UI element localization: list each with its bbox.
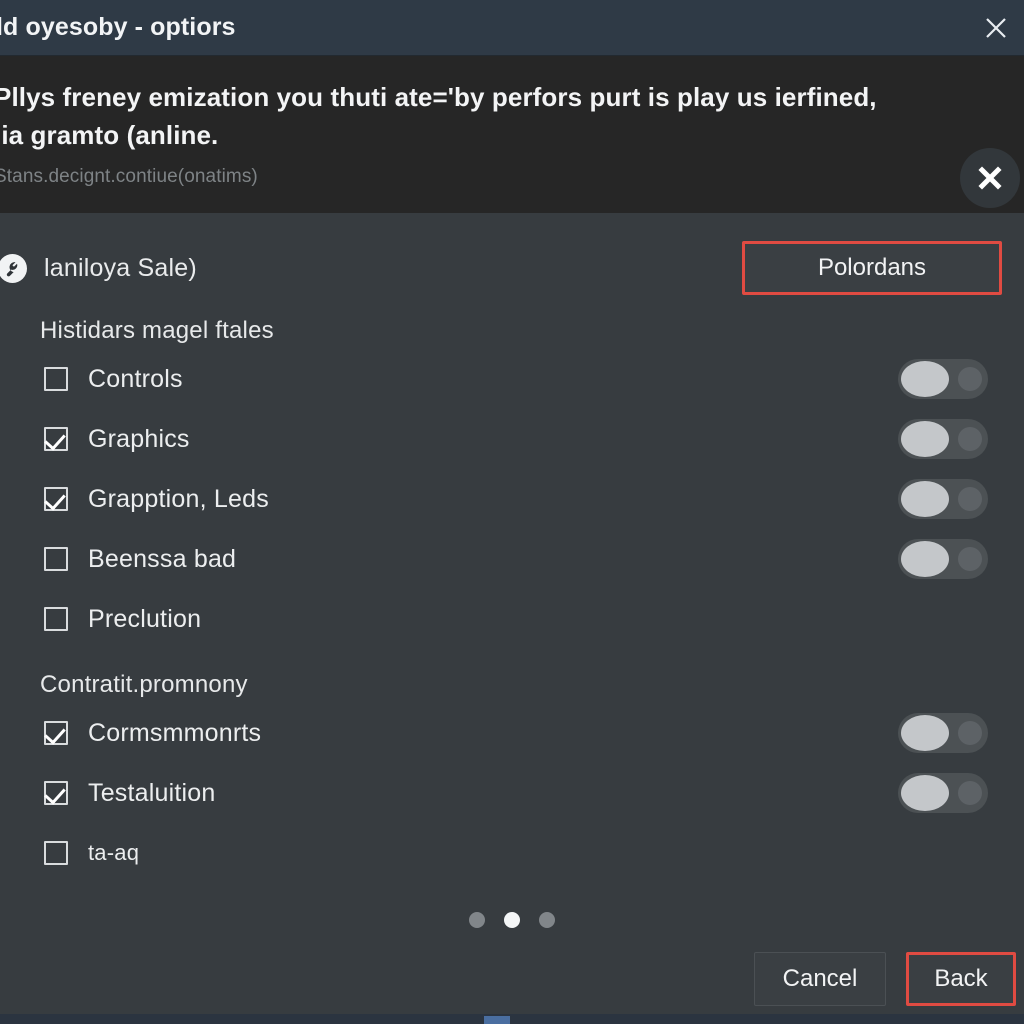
row-label: ta-aq xyxy=(88,840,140,865)
group-title-1: Histidars magel ftales xyxy=(40,317,274,344)
section-header-left: laniloya Sale) xyxy=(0,253,197,283)
back-button[interactable]: Back xyxy=(906,952,1016,1006)
toggle-knob xyxy=(901,541,949,577)
dialog-footer: Cancel Back xyxy=(754,952,1016,1006)
row-label-wrap: ta-aq xyxy=(44,840,988,866)
row-label: Grapption, Leds xyxy=(88,484,269,513)
list-item[interactable]: ta-aq xyxy=(0,823,1024,883)
toggle-badge-icon xyxy=(958,427,982,451)
toggle-cormsmmonrts[interactable] xyxy=(898,713,988,753)
bottom-strip-tick xyxy=(484,1016,510,1024)
row-label-wrap: Cormsmmonrts xyxy=(44,719,898,748)
notice-message: Pllys freney emization you thuti ate='by… xyxy=(0,82,877,150)
cancel-button[interactable]: Cancel xyxy=(754,952,886,1006)
row-label-wrap: Testaluition xyxy=(44,779,898,808)
list-item[interactable]: Cormsmmonrts xyxy=(0,703,1024,763)
pagination-dot-3[interactable] xyxy=(539,912,555,928)
row-label: Controls xyxy=(88,364,183,393)
row-label: Graphics xyxy=(88,424,190,453)
toggle-knob xyxy=(901,481,949,517)
pagination-dot-1[interactable] xyxy=(469,912,485,928)
pagination-dot-2[interactable] xyxy=(504,912,520,928)
list-item[interactable]: Graphics xyxy=(0,409,1024,469)
close-circle-icon[interactable] xyxy=(960,148,1020,208)
checkbox-beenssa-bad[interactable] xyxy=(44,547,68,571)
checkbox-graphics[interactable] xyxy=(44,427,68,451)
bottom-strip xyxy=(0,1014,1024,1024)
checkbox-preclution[interactable] xyxy=(44,607,68,631)
title-bar: ld oyesoby - optiors xyxy=(0,0,1024,56)
group-rows-1: Controls Graphics Grapption, Leds Beenss… xyxy=(0,349,1024,649)
group-title-2: Contratit.promnony xyxy=(40,671,248,698)
toggle-badge-icon xyxy=(958,547,982,571)
notice-banner: Pllys freney emization you thuti ate='by… xyxy=(0,56,1024,213)
tool-circle-icon xyxy=(0,253,27,283)
toggle-knob xyxy=(901,421,949,457)
section-header: laniloya Sale) Polordans xyxy=(0,213,1024,297)
list-item[interactable]: Testaluition xyxy=(0,763,1024,823)
toggle-knob xyxy=(901,775,949,811)
group-rows-2: Cormsmmonrts Testaluition ta-aq xyxy=(0,703,1024,883)
list-item[interactable]: Grapption, Leds xyxy=(0,469,1024,529)
toggle-badge-icon xyxy=(958,781,982,805)
close-icon[interactable] xyxy=(968,0,1024,56)
toggle-badge-icon xyxy=(958,721,982,745)
pagination-dots xyxy=(0,912,1024,928)
dialog-body: laniloya Sale) Polordans Histidars magel… xyxy=(0,213,1024,1024)
row-label: Cormsmmonrts xyxy=(88,718,262,747)
checkbox-testaluition[interactable] xyxy=(44,781,68,805)
row-label-wrap: Beenssa bad xyxy=(44,545,898,574)
checkbox-cormsmmonrts[interactable] xyxy=(44,721,68,745)
options-dialog: ld oyesoby - optiors Pllys freney emizat… xyxy=(0,0,1024,1024)
row-label: Beenssa bad xyxy=(88,544,237,573)
row-label: Preclution xyxy=(88,604,202,633)
checkbox-controls[interactable] xyxy=(44,367,68,391)
toggle-beenssa-bad[interactable] xyxy=(898,539,988,579)
checkbox-ta-aq[interactable] xyxy=(44,841,68,865)
toggle-badge-icon xyxy=(958,367,982,391)
toggle-controls[interactable] xyxy=(898,359,988,399)
list-item[interactable]: Preclution xyxy=(0,589,1024,649)
list-item[interactable]: Beenssa bad xyxy=(0,529,1024,589)
toggle-testaluition[interactable] xyxy=(898,773,988,813)
row-label-wrap: Grapption, Leds xyxy=(44,485,898,514)
row-label-wrap: Graphics xyxy=(44,425,898,454)
row-label: Testaluition xyxy=(88,778,216,807)
toggle-graphics[interactable] xyxy=(898,419,988,459)
toggle-badge-icon xyxy=(958,487,982,511)
list-item[interactable]: Controls xyxy=(0,349,1024,409)
row-label-wrap: Preclution xyxy=(44,605,988,634)
section-title: laniloya Sale) xyxy=(44,253,197,282)
notice-subtext: Stans.decignt.contiue(onatims) xyxy=(0,166,258,187)
row-label-wrap: Controls xyxy=(44,365,898,394)
checkbox-grapption-leds[interactable] xyxy=(44,487,68,511)
polordans-button[interactable]: Polordans xyxy=(742,241,1002,295)
toggle-knob xyxy=(901,715,949,751)
toggle-knob xyxy=(901,361,949,397)
toggle-grapption-leds[interactable] xyxy=(898,479,988,519)
window-title: ld oyesoby - optiors xyxy=(0,13,236,41)
